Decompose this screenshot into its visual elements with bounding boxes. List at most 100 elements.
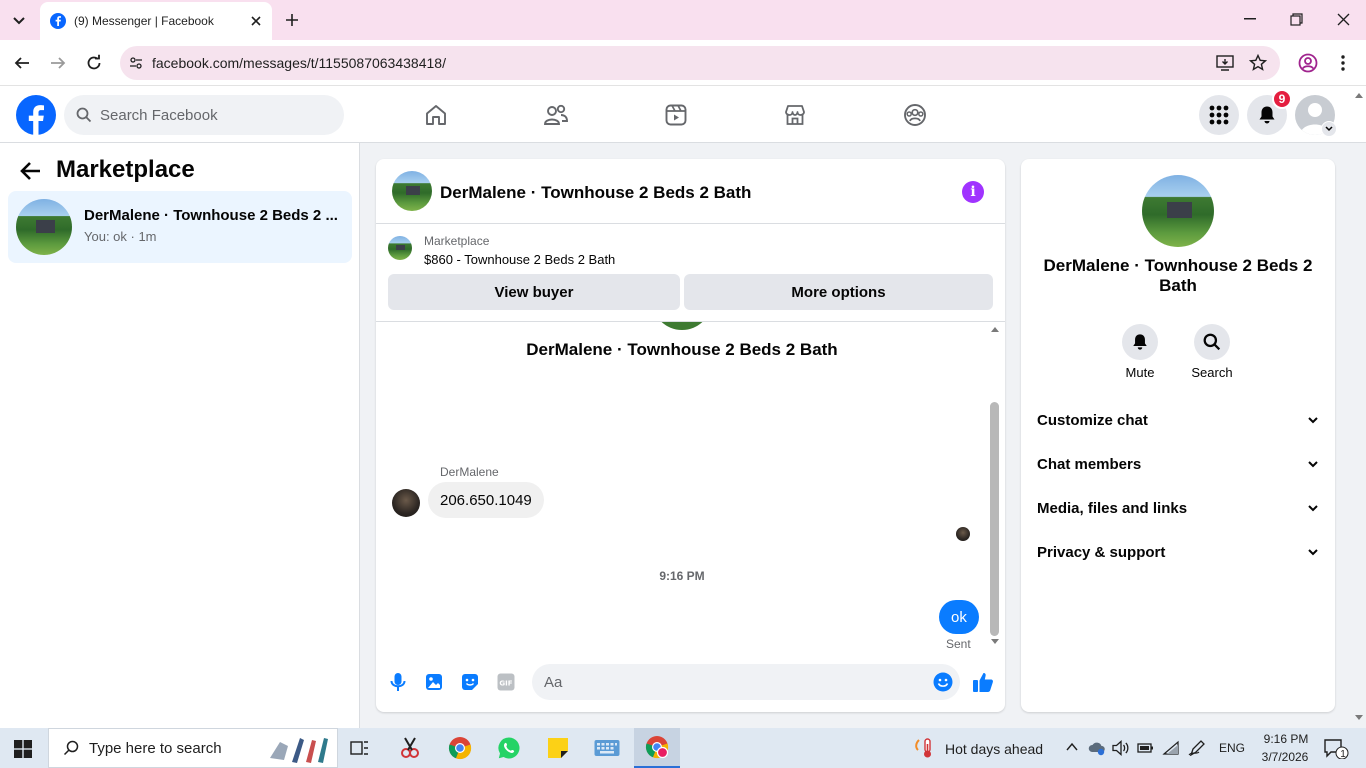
start-button[interactable]: [14, 740, 32, 758]
tab-list-dropdown-icon[interactable]: [10, 11, 28, 29]
nav-groups[interactable]: [895, 98, 935, 132]
browser-menu-icon[interactable]: [1340, 54, 1346, 72]
close-window-icon[interactable]: [1337, 13, 1350, 26]
chat-header-avatar[interactable]: [392, 171, 432, 211]
facebook-logo-icon[interactable]: [16, 95, 56, 135]
menu-button[interactable]: [1199, 95, 1239, 135]
back-button[interactable]: [20, 161, 42, 181]
scroll-down-arrow-icon[interactable]: [990, 638, 1000, 646]
grid-menu-icon: [1209, 105, 1229, 125]
nav-home[interactable]: [416, 98, 456, 132]
sticker-button[interactable]: [461, 673, 479, 691]
account-chevron-icon[interactable]: [1321, 121, 1337, 137]
search-in-conversation-button[interactable]: [1194, 324, 1230, 360]
back-arrow-icon: [20, 161, 42, 181]
minimize-window-icon[interactable]: [1244, 18, 1256, 20]
media-files-links-section[interactable]: Media, files and links: [1029, 488, 1327, 528]
emoji-icon: [933, 672, 953, 692]
profile-picture[interactable]: [1142, 175, 1214, 247]
nav-video[interactable]: [656, 98, 696, 132]
sender-avatar[interactable]: [392, 489, 420, 517]
customize-chat-section[interactable]: Customize chat: [1029, 400, 1327, 440]
more-options-button[interactable]: More options: [684, 274, 993, 310]
scroll-up-arrow-icon[interactable]: [990, 325, 1000, 333]
reload-icon[interactable]: [85, 54, 103, 72]
search-highlight-icon: [266, 732, 334, 766]
view-buyer-button[interactable]: View buyer: [388, 274, 680, 310]
header-divider: [376, 223, 1005, 224]
taskbar-search-placeholder: Type here to search: [89, 739, 222, 757]
close-tab-icon[interactable]: [250, 15, 262, 27]
facebook-search-input[interactable]: [100, 106, 320, 124]
video-icon: [664, 103, 688, 127]
bookmark-star-icon[interactable]: [1249, 54, 1267, 72]
show-hidden-icons-icon[interactable]: [1066, 742, 1078, 752]
taskbar-app-sticky-notes[interactable]: [540, 733, 576, 763]
emoji-button[interactable]: [933, 672, 953, 692]
clock-date[interactable]: 3/7/2026: [1252, 750, 1318, 764]
wifi-icon[interactable]: [1162, 740, 1180, 756]
clock-time[interactable]: 9:16 PM: [1256, 732, 1316, 746]
chat-members-section[interactable]: Chat members: [1029, 444, 1327, 484]
nav-marketplace[interactable]: [775, 98, 815, 132]
battery-icon[interactable]: [1137, 742, 1155, 754]
taskbar-app-snipping[interactable]: [392, 733, 428, 763]
page-scroll-down-icon[interactable]: [1354, 714, 1364, 722]
svg-text:GIF: GIF: [499, 680, 512, 688]
taskbar-app-chrome[interactable]: [442, 733, 478, 763]
restore-window-icon[interactable]: [1290, 13, 1303, 26]
chat-scrollbar-thumb[interactable]: [990, 402, 999, 636]
sticky-notes-icon: [547, 737, 569, 759]
messages-divider: [376, 321, 1005, 322]
marketplace-icon: [783, 103, 807, 127]
pen-icon[interactable]: [1188, 740, 1206, 756]
gif-icon: GIF: [497, 673, 515, 691]
photo-icon: [425, 673, 443, 691]
message-composer[interactable]: [532, 664, 960, 700]
taskbar-app-chrome-active[interactable]: [634, 728, 680, 768]
address-bar[interactable]: facebook.com/messages/t/1155087063438418…: [120, 46, 1280, 80]
incoming-message-bubble[interactable]: 206.650.1049: [428, 482, 544, 518]
page-scroll-up-icon[interactable]: [1354, 91, 1364, 99]
weather-text[interactable]: Hot days ahead: [945, 741, 1043, 757]
message-sender-name: DerMalene: [440, 465, 499, 479]
profile-icon[interactable]: [1298, 53, 1318, 73]
new-tab-icon[interactable]: [284, 12, 300, 28]
task-view-button[interactable]: [342, 733, 378, 763]
outgoing-message-bubble[interactable]: ok: [939, 600, 979, 634]
section-label: Customize chat: [1037, 411, 1148, 429]
url-text: facebook.com/messages/t/1155087063438418…: [152, 55, 446, 71]
info-icon[interactable]: i: [962, 181, 984, 203]
chrome-profile-icon: [645, 735, 669, 759]
attach-photo-button[interactable]: [425, 673, 443, 691]
message-input[interactable]: [544, 673, 914, 691]
volume-icon[interactable]: [1112, 740, 1130, 756]
privacy-support-section[interactable]: Privacy & support: [1029, 532, 1327, 572]
send-like-button[interactable]: [972, 671, 994, 693]
notification-center-count: 1: [1340, 749, 1346, 760]
windows-logo-icon: [14, 740, 32, 758]
back-arrow-icon[interactable]: [13, 54, 31, 72]
site-info-icon[interactable]: [128, 55, 144, 71]
facebook-search-bar[interactable]: [64, 95, 344, 135]
nav-friends[interactable]: [536, 98, 576, 132]
forward-arrow-icon[interactable]: [49, 54, 67, 72]
chat-header-name[interactable]: DerMalene · Townhouse 2 Beds 2 Bath: [440, 183, 751, 203]
listing-thumbnail[interactable]: [388, 236, 412, 260]
voice-clip-button[interactable]: [389, 672, 407, 692]
microphone-icon: [389, 672, 407, 692]
onedrive-icon[interactable]: [1088, 740, 1106, 756]
input-language[interactable]: ENG: [1219, 741, 1245, 755]
friends-icon: [543, 103, 569, 127]
weather-icon[interactable]: [914, 737, 934, 759]
search-icon: [1203, 333, 1221, 351]
mute-button[interactable]: [1122, 324, 1158, 360]
taskbar-app-keyboard[interactable]: [589, 733, 625, 763]
install-app-icon[interactable]: [1216, 54, 1234, 72]
gif-button[interactable]: GIF: [497, 673, 515, 691]
taskbar-app-whatsapp[interactable]: [491, 733, 527, 763]
browser-tab-messenger[interactable]: (9) Messenger | Facebook: [40, 2, 272, 40]
listing-title[interactable]: $860 - Townhouse 2 Beds 2 Bath: [424, 252, 615, 267]
chrome-icon: [448, 736, 472, 760]
chevron-down-icon: [1307, 460, 1319, 468]
